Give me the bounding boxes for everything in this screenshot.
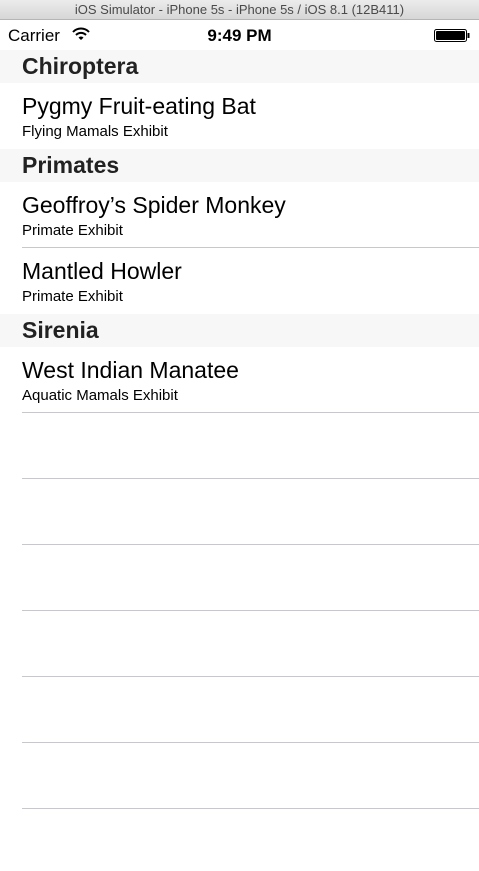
empty-row bbox=[0, 413, 479, 479]
row-subtitle: Aquatic Mamals Exhibit bbox=[22, 387, 178, 404]
row-subtitle: Flying Mamals Exhibit bbox=[22, 123, 168, 140]
row-title: Mantled Howler bbox=[22, 258, 182, 284]
exhibit-table[interactable]: Chiroptera Pygmy Fruit-eating Bat Flying… bbox=[0, 50, 479, 809]
section-header-primates: Primates bbox=[0, 149, 479, 182]
section-header-chiroptera: Chiroptera bbox=[0, 50, 479, 83]
empty-row bbox=[0, 743, 479, 809]
row-subtitle: Primate Exhibit bbox=[22, 222, 123, 239]
simulator-title-bar: iOS Simulator - iPhone 5s - iPhone 5s / … bbox=[0, 0, 479, 20]
empty-row bbox=[0, 545, 479, 611]
table-row[interactable]: Mantled Howler Primate Exhibit bbox=[0, 248, 479, 314]
status-time: 9:49 PM bbox=[207, 26, 272, 45]
row-subtitle: Primate Exhibit bbox=[22, 288, 123, 305]
row-title: Pygmy Fruit-eating Bat bbox=[22, 93, 256, 119]
section-header-sirenia: Sirenia bbox=[0, 314, 479, 347]
table-row[interactable]: Geoffroy’s Spider Monkey Primate Exhibit bbox=[0, 182, 479, 248]
empty-row bbox=[0, 479, 479, 545]
empty-row bbox=[0, 611, 479, 677]
empty-row bbox=[0, 677, 479, 743]
table-row[interactable]: Pygmy Fruit-eating Bat Flying Mamals Exh… bbox=[0, 83, 479, 149]
battery-icon bbox=[434, 29, 470, 42]
table-row[interactable]: West Indian Manatee Aquatic Mamals Exhib… bbox=[0, 347, 479, 413]
row-title: West Indian Manatee bbox=[22, 357, 239, 383]
row-title: Geoffroy’s Spider Monkey bbox=[22, 192, 286, 218]
status-bar: Carrier 9:49 PM bbox=[0, 20, 479, 50]
